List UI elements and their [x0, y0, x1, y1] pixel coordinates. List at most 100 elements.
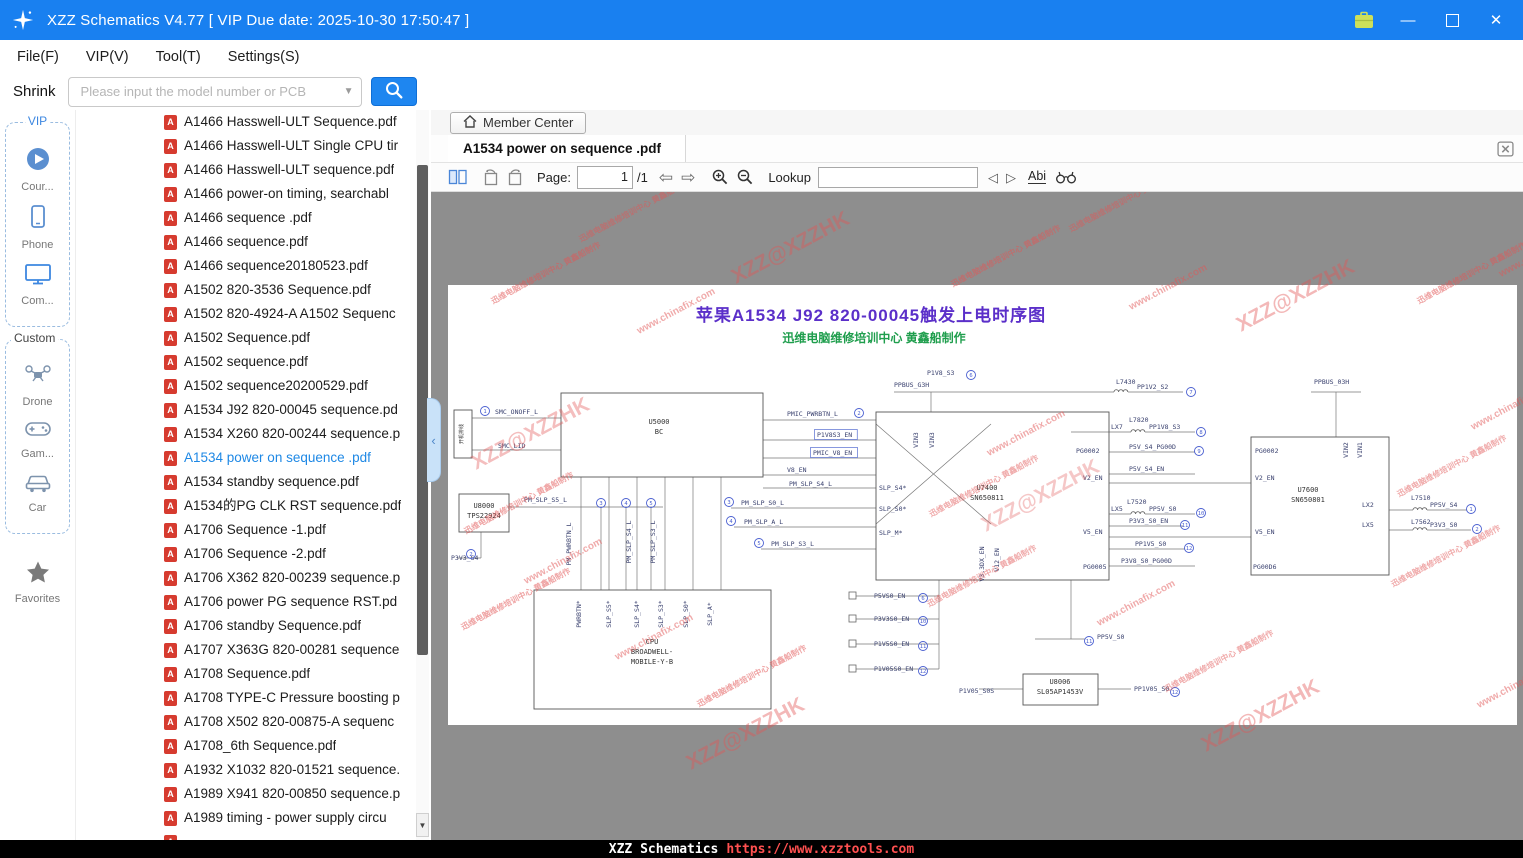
svg-text:XZZ@XZZHK: XZZ@XZZHK: [728, 207, 854, 288]
svg-text:P1V8S3_EN: P1V8S3_EN: [817, 431, 852, 439]
file-list-item[interactable]: A A1502 sequence.pdf: [76, 350, 415, 374]
file-list-item[interactable]: A A1708_6th Sequence.pdf: [76, 734, 415, 758]
two-page-view-icon[interactable]: [448, 169, 468, 185]
file-name: A1707 X363G 820-00281 sequence: [184, 642, 400, 657]
svg-text:PM_SLP_A_L: PM_SLP_A_L: [744, 518, 783, 526]
file-list-item[interactable]: A A1534 X260 820-00244 sequence.p: [76, 422, 415, 446]
svg-text:SLP_A*: SLP_A*: [706, 602, 714, 626]
shrink-button[interactable]: Shrink: [7, 82, 62, 101]
sidebar-item-game[interactable]: Gam...: [6, 419, 69, 460]
back-page-icon[interactable]: ⇦: [659, 169, 673, 186]
file-list-item[interactable]: A A1466 sequence .pdf: [76, 206, 415, 230]
rotate-left-icon[interactable]: [482, 168, 500, 186]
pdf-file-icon: A: [164, 282, 177, 298]
sidebar-item-label: Phone: [21, 239, 54, 251]
sidebar-item-phone[interactable]: Phone: [6, 204, 69, 251]
scrollbar-down-button[interactable]: ▼: [416, 813, 429, 837]
content-area: Member Center A1534 power on sequence .p…: [431, 110, 1523, 840]
tab-document[interactable]: A1534 power on sequence .pdf: [448, 135, 687, 162]
file-list-item[interactable]: A A1708 Sequence.pdf: [76, 662, 415, 686]
file-list-item[interactable]: A A1989 timing - power supply circu: [76, 806, 415, 830]
file-list-item[interactable]: A A1466 Hasswell-ULT sequence.pdf: [76, 158, 415, 182]
svg-text:SN650801: SN650801: [1291, 496, 1325, 504]
sidebar-item-computer[interactable]: Com...: [6, 262, 69, 307]
menu-item-tool[interactable]: Tool(T): [156, 49, 201, 65]
svg-text:PPBUS_03H: PPBUS_03H: [1314, 378, 1349, 386]
sidebar-item-favorites[interactable]: Favorites: [0, 560, 75, 605]
close-tab-icon[interactable]: [1497, 140, 1514, 157]
member-center-button[interactable]: Member Center: [450, 111, 587, 134]
search-button[interactable]: [370, 77, 417, 106]
file-list-item[interactable]: A A1706 X362 820-00239 sequence.p: [76, 566, 415, 590]
svg-text:PM_SLP_S0_L: PM_SLP_S0_L: [741, 499, 784, 507]
file-list-item[interactable]: A A1932 X1032 820-01521 sequence.: [76, 758, 415, 782]
file-list-item[interactable]: A A1466 sequence.pdf: [76, 230, 415, 254]
sidebar-item-car[interactable]: Car: [6, 471, 69, 514]
svg-text:P5V_S4_PG00D: P5V_S4_PG00D: [1129, 443, 1176, 451]
file-list-item[interactable]: A: [76, 830, 415, 840]
pdf-file-icon: A: [164, 498, 177, 514]
file-list-item[interactable]: A A1708 X502 820-00875-A sequenc: [76, 710, 415, 734]
binoculars-icon[interactable]: [1055, 170, 1077, 184]
file-list-item[interactable]: A A1502 Sequence.pdf: [76, 326, 415, 350]
pdf-file-icon: A: [164, 522, 177, 538]
sidebar-item-drone[interactable]: Drone: [6, 363, 69, 408]
file-list-item[interactable]: A A1989 X941 820-00850 sequence.p: [76, 782, 415, 806]
panel-collapse-handle[interactable]: ‹: [427, 398, 441, 482]
svg-text:迅维电脑维修培训中心 黄鑫船制作: 迅维电脑维修培训中心 黄鑫船制作: [949, 223, 1062, 289]
menu-item-file[interactable]: File(F): [17, 49, 59, 65]
find-previous-icon[interactable]: ◁: [988, 171, 998, 184]
file-list-item[interactable]: A A1502 sequence20200529.pdf: [76, 374, 415, 398]
menu-item-vip[interactable]: VIP(V): [86, 49, 129, 65]
file-name: A1466 Hasswell-ULT Single CPU tir: [184, 138, 399, 153]
menu-item-settings[interactable]: Settings(S): [228, 49, 300, 65]
file-list-item[interactable]: A A1502 820-3536 Sequence.pdf: [76, 278, 415, 302]
file-list-item[interactable]: A A1466 Hasswell-ULT Single CPU tir: [76, 134, 415, 158]
file-list-item[interactable]: A A1502 820-4924-A A1502 Sequenc: [76, 302, 415, 326]
forward-page-icon[interactable]: ⇨: [681, 169, 695, 186]
file-list-item[interactable]: A A1466 Hasswell-ULT Sequence.pdf: [76, 110, 415, 134]
search-input[interactable]: [78, 83, 341, 100]
main-area: VIP Cour... Phone Com... Custom Drone Gam... Ca…: [0, 110, 1523, 840]
svg-text:P3V8_S0_PG00D: P3V8_S0_PG00D: [1121, 557, 1172, 565]
sidebar-item-label: Cour...: [21, 181, 54, 193]
file-list-item[interactable]: A A1706 Sequence -1.pdf: [76, 518, 415, 542]
rotate-right-icon[interactable]: [506, 168, 524, 186]
app-window: XZZ Schematics V4.77 [ VIP Due date: 202…: [0, 0, 1523, 858]
model-search-combobox[interactable]: ▼: [67, 76, 362, 107]
pdf-viewport[interactable]: 开机排线 U5000 BC U8000 TPS22924 CPU BROADWELL- MOB…: [431, 192, 1523, 840]
file-name: A1708 X502 820-00875-A sequenc: [184, 714, 395, 729]
minimize-button[interactable]: —: [1395, 7, 1421, 33]
file-list-item[interactable]: A A1708 TYPE-C Pressure boosting p: [76, 686, 415, 710]
match-case-icon[interactable]: Abi: [1027, 169, 1047, 185]
chevron-down-icon[interactable]: ▼: [344, 86, 354, 97]
close-button[interactable]: ✕: [1483, 7, 1509, 33]
zoom-in-icon[interactable]: [711, 168, 729, 186]
file-name: A1466 sequence20180523.pdf: [184, 258, 368, 273]
license-icon[interactable]: [1351, 7, 1377, 33]
pdf-file-icon: A: [164, 354, 177, 370]
sidebar-group-vip: VIP Cour... Phone Com...: [5, 114, 70, 327]
svg-text:LX5: LX5: [1362, 521, 1374, 529]
page-number-input[interactable]: [576, 165, 633, 189]
file-list-item[interactable]: A A1466 power-on timing, searchabl: [76, 182, 415, 206]
file-list-item[interactable]: A A1466 sequence20180523.pdf: [76, 254, 415, 278]
file-list-item[interactable]: A A1707 X363G 820-00281 sequence: [76, 638, 415, 662]
zoom-out-icon[interactable]: [736, 168, 754, 186]
file-list-item[interactable]: A A1706 Sequence -2.pdf: [76, 542, 415, 566]
lookup-input[interactable]: [817, 166, 978, 188]
file-name: A1706 Sequence -2.pdf: [184, 546, 326, 561]
find-next-icon[interactable]: ▷: [1006, 171, 1016, 184]
svg-text:VIN3: VIN3: [912, 432, 920, 448]
file-list-item[interactable]: A A1706 standby Sequence.pdf: [76, 614, 415, 638]
file-list-item[interactable]: A A1706 power PG sequence RST.pd: [76, 590, 415, 614]
svg-text:PM_SLP_S4_L: PM_SLP_S4_L: [625, 520, 633, 563]
svg-text:MOBILE-Y-B: MOBILE-Y-B: [631, 658, 673, 666]
sidebar-item-course[interactable]: Cour...: [6, 146, 69, 193]
svg-text:2: 2: [1475, 527, 1478, 533]
file-list-item[interactable]: A A1534 standby sequence.pdf: [76, 470, 415, 494]
file-list-item[interactable]: A A1534的PG CLK RST sequence.pdf: [76, 494, 415, 518]
maximize-button[interactable]: [1439, 7, 1465, 33]
file-list-item[interactable]: A A1534 power on sequence .pdf: [76, 446, 415, 470]
file-list-item[interactable]: A A1534 J92 820-00045 sequence.pd: [76, 398, 415, 422]
